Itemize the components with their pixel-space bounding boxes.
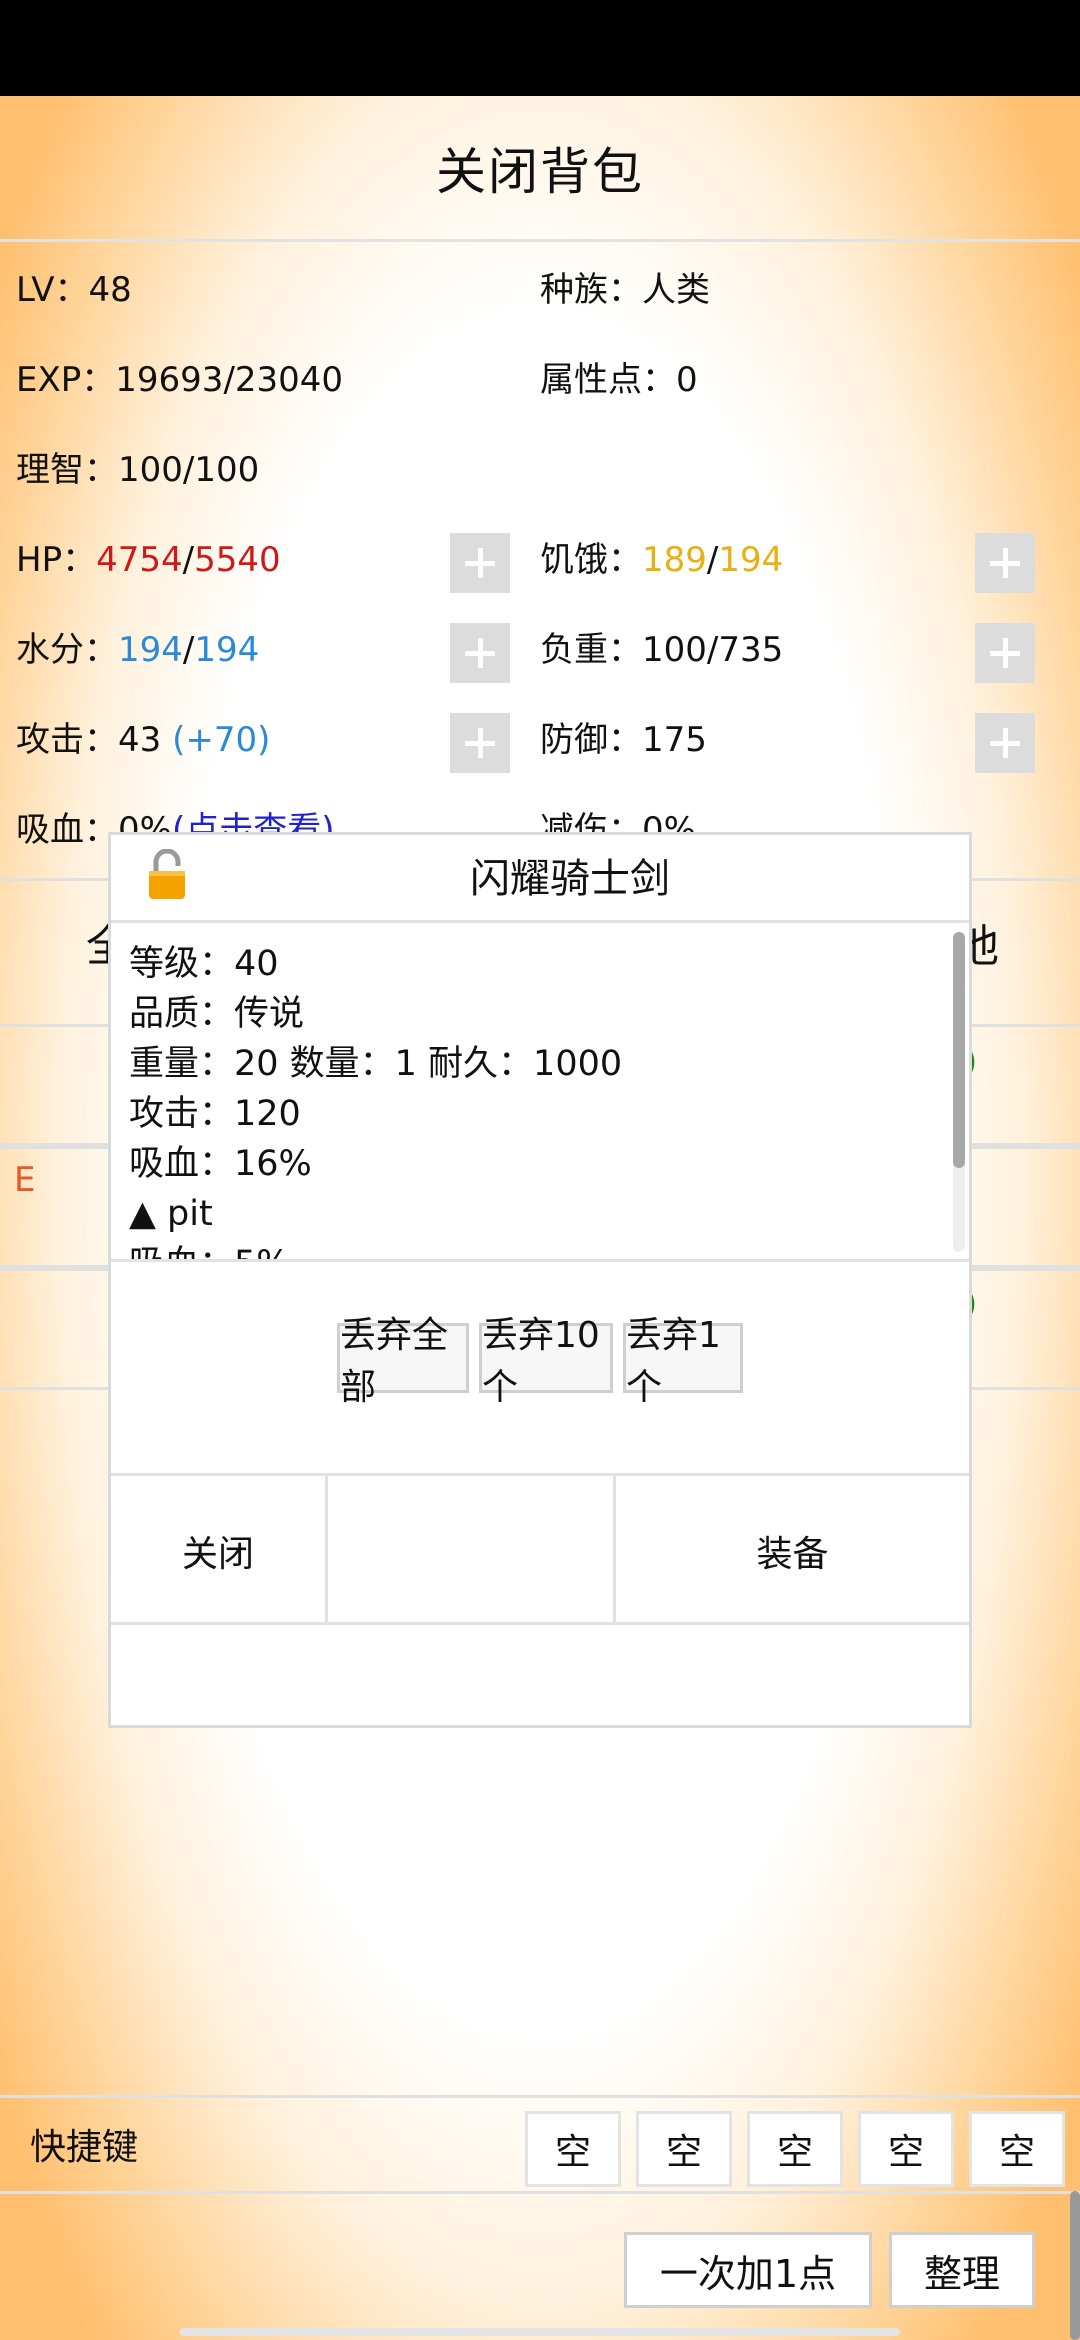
stat-water: 水分：194/194 (16, 625, 259, 675)
stat-defense: 防御：175 (540, 715, 707, 765)
add-defense-button[interactable] (975, 713, 1035, 773)
equip-button[interactable]: 装备 (616, 1476, 969, 1625)
stat-race: 种族：人类 (540, 265, 710, 315)
dialog-header: 闪耀骑士剑 (111, 835, 969, 923)
stat-water-label: 水分： (16, 630, 118, 670)
stat-water-sep: / (182, 630, 195, 670)
item-affix-lifesteal: 吸血：5% (129, 1234, 290, 1259)
stat-attribute-points: 属性点：0 (540, 355, 698, 405)
detail-scroll-thumb[interactable] (953, 932, 965, 1168)
stat-hunger: 饥饿：189/194 (540, 535, 783, 585)
stat-race-value: 人类 (642, 270, 710, 310)
bottom-scroll-indicator (180, 2328, 900, 2336)
stat-hunger-sep: / (706, 540, 719, 580)
add-hp-button[interactable] (450, 533, 510, 593)
add-attack-button[interactable] (450, 713, 510, 773)
stat-load-value: 100/735 (642, 630, 784, 670)
stat-hunger-current: 189 (642, 540, 707, 580)
item-detail-dialog: 闪耀骑士剑 等级：40 品质：传说 重量：20 数量：1 耐久：1000 攻击：… (108, 832, 972, 1728)
stat-level: LV：48 (16, 265, 132, 315)
stat-sanity-label: 理智： (16, 450, 118, 490)
add-one-point-button[interactable]: 一次加1点 (624, 2232, 872, 2308)
stat-hp: HP：4754/5540 (16, 535, 281, 585)
hotkey-slot-1[interactable]: 空 (525, 2111, 621, 2187)
stat-hunger-label: 饥饿： (540, 540, 642, 580)
stat-exp: EXP：19693/23040 (16, 355, 343, 405)
stat-attack-label: 攻击： (16, 720, 118, 760)
hotkey-slot-5[interactable]: 空 (969, 2111, 1065, 2187)
status-bar (0, 0, 1080, 96)
middle-action-slot[interactable] (328, 1476, 613, 1625)
hotkey-label: 快捷键 (30, 2127, 139, 2168)
detail-scrollbar[interactable] (953, 932, 965, 1252)
stat-level-label: LV： (16, 270, 89, 310)
add-water-button[interactable] (450, 623, 510, 683)
close-button[interactable]: 关闭 (111, 1476, 325, 1625)
stat-attack: 攻击：43 (+70) (16, 715, 270, 765)
page-scrollbar[interactable] (1070, 2191, 1080, 2340)
sort-button[interactable]: 整理 (889, 2232, 1035, 2308)
stat-hp-max: 5540 (194, 540, 281, 580)
stat-defense-value: 175 (642, 720, 707, 760)
stat-water-max: 194 (194, 630, 260, 670)
stat-attack-value: 43 (118, 720, 162, 760)
divider (0, 2095, 1080, 2098)
stat-attribute-points-label: 属性点： (540, 360, 676, 400)
item-title: 闪耀骑士剑 (470, 856, 670, 902)
stat-exp-label: EXP： (16, 360, 116, 400)
stat-race-label: 种族： (540, 270, 642, 310)
add-load-button[interactable] (975, 623, 1035, 683)
stat-attribute-points-value: 0 (676, 360, 698, 400)
drop-1-button[interactable]: 丢弃1个 (623, 1315, 743, 1408)
stat-hp-sep: / (182, 540, 195, 580)
drop-all-button[interactable]: 丢弃全部 (337, 1315, 469, 1408)
stat-hp-current: 4754 (96, 540, 183, 580)
stat-hunger-max: 194 (718, 540, 784, 580)
hotkey-slot-4[interactable]: 空 (858, 2111, 954, 2187)
divider (0, 2191, 1080, 2194)
dialog-footer: 关闭 装备 (111, 1473, 969, 1625)
stat-sanity: 理智：100/100 (16, 445, 259, 495)
stat-sanity-value: 100/100 (118, 450, 260, 490)
stat-load: 负重：100/735 (540, 625, 783, 675)
hotkey-slot-2[interactable]: 空 (636, 2111, 732, 2187)
stat-level-value: 48 (88, 270, 132, 310)
drop-10-button[interactable]: 丢弃10个 (479, 1315, 613, 1408)
stat-lifesteal-label: 吸血： (16, 810, 118, 850)
stat-defense-label: 防御： (540, 720, 642, 760)
item-detail-list[interactable]: 等级：40 品质：传说 重量：20 数量：1 耐久：1000 攻击：120 吸血… (111, 926, 969, 1262)
stat-exp-value: 19693/23040 (115, 360, 344, 400)
inventory-screen: 关闭背包 LV：48 种族：人类 EXP：19693/23040 属性点：0 理… (0, 96, 1080, 2340)
stat-load-label: 负重： (540, 630, 642, 670)
hotkey-slot-3[interactable]: 空 (747, 2111, 843, 2187)
stat-attack-bonus: (+70) (172, 720, 271, 760)
stat-water-current: 194 (118, 630, 183, 670)
row-2-left-peek: E (14, 1160, 36, 1200)
stat-hp-label: HP： (16, 540, 97, 580)
add-hunger-button[interactable] (975, 533, 1035, 593)
close-inventory-button[interactable]: 关闭背包 (0, 96, 1080, 242)
